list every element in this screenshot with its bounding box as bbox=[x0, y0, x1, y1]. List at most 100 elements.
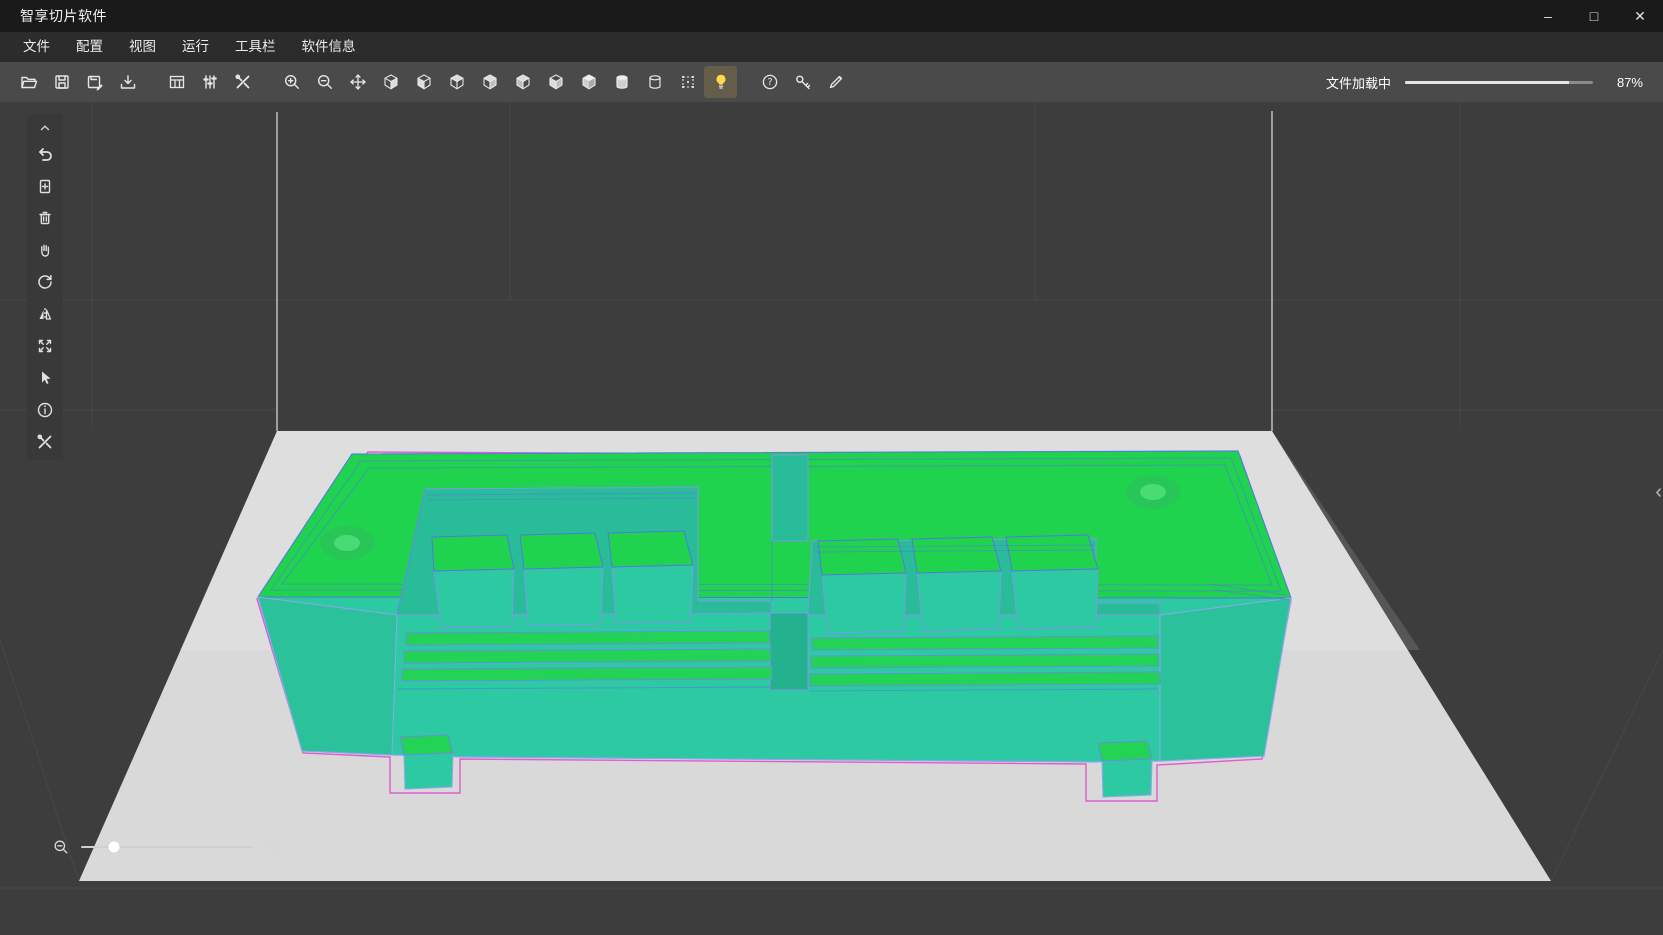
view-front-icon bbox=[381, 72, 401, 92]
rotate-button[interactable] bbox=[29, 267, 61, 297]
trash-icon bbox=[35, 208, 55, 228]
lightbulb-icon bbox=[711, 72, 731, 92]
arrange-button[interactable] bbox=[160, 66, 193, 98]
close-button[interactable]: ✕ bbox=[1617, 0, 1663, 32]
build-volume-edges bbox=[277, 111, 1272, 431]
load-progress-area: 文件加载中 87% bbox=[1326, 73, 1651, 92]
arrange-icon bbox=[167, 72, 187, 92]
menu-config[interactable]: 配置 bbox=[63, 32, 116, 62]
cylinder-button[interactable] bbox=[605, 66, 638, 98]
right-panel-toggle[interactable]: ‹ bbox=[1655, 482, 1662, 502]
save-as-icon bbox=[85, 72, 105, 92]
view-iso-icon bbox=[579, 72, 599, 92]
cube-top bbox=[400, 735, 453, 755]
cylinder-outline-button[interactable] bbox=[638, 66, 671, 98]
info-icon bbox=[35, 400, 55, 420]
menu-view[interactable]: 视图 bbox=[116, 32, 169, 62]
cylinder-outline-icon bbox=[645, 72, 665, 92]
wireframe-cube-icon bbox=[678, 72, 698, 92]
view-left-button[interactable] bbox=[440, 66, 473, 98]
model[interactable] bbox=[258, 451, 1291, 762]
save-button[interactable] bbox=[45, 66, 78, 98]
minimize-button[interactable]: – bbox=[1525, 0, 1571, 32]
info-button[interactable] bbox=[29, 395, 61, 425]
menu-toolbar[interactable]: 工具栏 bbox=[222, 32, 289, 62]
zoom-in-small-icon[interactable] bbox=[264, 838, 282, 856]
hand-icon bbox=[35, 240, 55, 260]
open-button[interactable] bbox=[12, 66, 45, 98]
view-bottom-icon bbox=[546, 72, 566, 92]
duplicate-plus-icon bbox=[35, 176, 55, 196]
import-icon bbox=[118, 72, 138, 92]
progress-percent: 87% bbox=[1607, 75, 1643, 90]
pan-button[interactable] bbox=[29, 235, 61, 265]
wireframe-button[interactable] bbox=[671, 66, 704, 98]
move-icon bbox=[348, 72, 368, 92]
undo-icon bbox=[35, 144, 55, 164]
zoom-out-icon bbox=[315, 72, 335, 92]
cylinder-icon bbox=[612, 72, 632, 92]
cursor-icon bbox=[35, 368, 55, 388]
key-icon bbox=[793, 72, 813, 92]
progress-fill bbox=[1405, 81, 1569, 84]
save-as-button[interactable] bbox=[78, 66, 111, 98]
pen-button[interactable] bbox=[819, 66, 852, 98]
view-right-button[interactable] bbox=[473, 66, 506, 98]
titlebar: 智享切片软件 – □ ✕ bbox=[0, 0, 1663, 32]
maximize-button[interactable]: □ bbox=[1571, 0, 1617, 32]
view-left-icon bbox=[447, 72, 467, 92]
expand-arrows-icon bbox=[35, 336, 55, 356]
import-button[interactable] bbox=[111, 66, 144, 98]
key-button[interactable] bbox=[786, 66, 819, 98]
model-tools-button[interactable] bbox=[29, 427, 61, 457]
menu-file[interactable]: 文件 bbox=[10, 32, 63, 62]
help-icon: ? bbox=[760, 72, 780, 92]
help-button[interactable]: ? bbox=[753, 66, 786, 98]
save-icon bbox=[52, 72, 72, 92]
view-top-button[interactable] bbox=[506, 66, 539, 98]
cube-front bbox=[404, 753, 453, 789]
zoom-in-icon bbox=[282, 72, 302, 92]
delete-button[interactable] bbox=[29, 203, 61, 233]
light-toggle-button[interactable] bbox=[704, 66, 737, 98]
zoom-in-button[interactable] bbox=[275, 66, 308, 98]
adjust-button[interactable] bbox=[193, 66, 226, 98]
pen-icon bbox=[826, 72, 846, 92]
viewport-canvas[interactable] bbox=[0, 102, 1663, 935]
progress-label: 文件加载中 bbox=[1326, 73, 1391, 92]
zoom-out-button[interactable] bbox=[308, 66, 341, 98]
view-front-button[interactable] bbox=[374, 66, 407, 98]
zoom-control bbox=[52, 838, 282, 856]
palette-collapse-button[interactable] bbox=[29, 117, 61, 137]
zoom-slider-track[interactable] bbox=[81, 846, 253, 848]
menubar: 文件 配置 视图 运行 工具栏 软件信息 bbox=[0, 32, 1663, 62]
view-iso-button[interactable] bbox=[572, 66, 605, 98]
move-button[interactable] bbox=[341, 66, 374, 98]
duplicate-button[interactable] bbox=[29, 171, 61, 201]
view-bottom-button[interactable] bbox=[539, 66, 572, 98]
tools-button[interactable] bbox=[226, 66, 259, 98]
undo-button[interactable] bbox=[29, 139, 61, 169]
window-controls: – □ ✕ bbox=[1525, 0, 1663, 32]
cube-top bbox=[1098, 741, 1152, 761]
crossed-tools-icon bbox=[35, 432, 55, 452]
left-tool-palette bbox=[27, 114, 63, 460]
bulb-glass bbox=[716, 75, 725, 85]
menu-run[interactable]: 运行 bbox=[169, 32, 222, 62]
select-button[interactable] bbox=[29, 363, 61, 393]
rotate-icon bbox=[35, 272, 55, 292]
fit-view-button[interactable] bbox=[29, 331, 61, 361]
menu-about[interactable]: 软件信息 bbox=[289, 32, 369, 62]
front-cube-left[interactable] bbox=[400, 735, 453, 789]
front-cube-right[interactable] bbox=[1098, 741, 1152, 797]
zoom-out-small-icon[interactable] bbox=[52, 838, 70, 856]
app-title: 智享切片软件 bbox=[0, 6, 107, 26]
chevron-up-icon bbox=[36, 120, 54, 134]
mirror-icon bbox=[35, 304, 55, 324]
svg-text:?: ? bbox=[767, 77, 772, 88]
viewport[interactable]: ‹ bbox=[0, 102, 1663, 935]
wrench-icon bbox=[233, 72, 253, 92]
view-back-button[interactable] bbox=[407, 66, 440, 98]
mirror-button[interactable] bbox=[29, 299, 61, 329]
zoom-slider-handle[interactable] bbox=[108, 842, 119, 853]
